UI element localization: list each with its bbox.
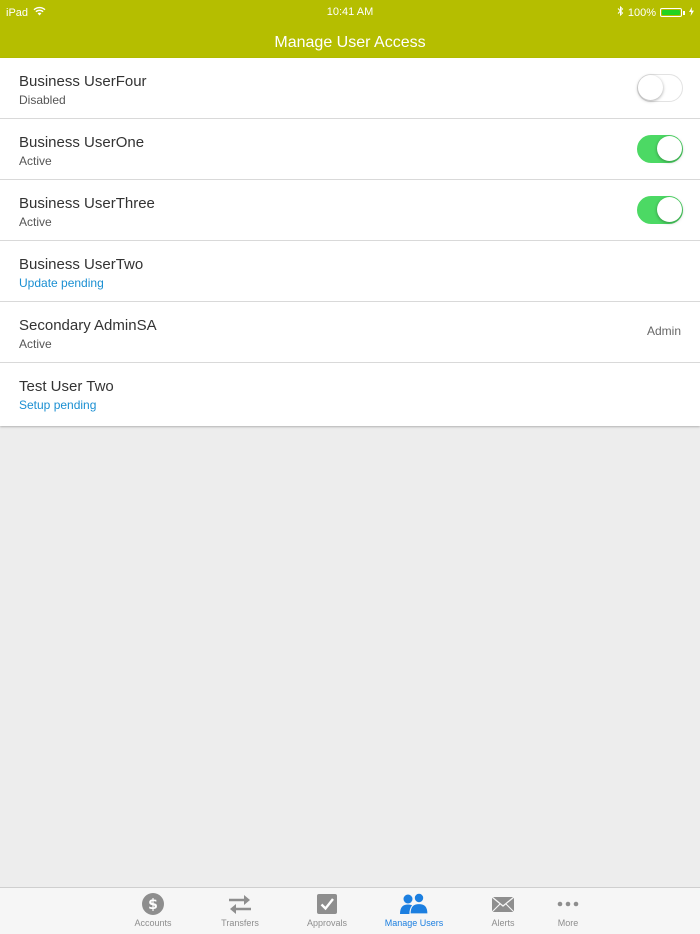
- clock: 10:41 AM: [326, 6, 374, 18]
- user-list: Business UserFour Disabled Business User…: [0, 58, 700, 426]
- dollar-icon: $: [142, 893, 164, 915]
- status-bar: iPad 10:41 AM 100%: [0, 0, 700, 24]
- access-toggle[interactable]: [637, 135, 683, 163]
- user-name: Business UserTwo: [19, 256, 144, 273]
- user-row[interactable]: Business UserThree Active: [0, 180, 700, 241]
- user-status: Active: [19, 337, 52, 351]
- user-name: Secondary AdminSA: [19, 317, 157, 334]
- more-dots-icon: [557, 901, 579, 907]
- user-name: Test User Two: [19, 378, 114, 395]
- bluetooth-icon: [617, 5, 624, 19]
- access-toggle[interactable]: [637, 196, 683, 224]
- envelope-icon: [491, 896, 515, 913]
- charging-icon: [689, 6, 694, 19]
- tab-manage-users[interactable]: Manage Users: [378, 890, 450, 932]
- checkbox-icon: [317, 894, 337, 914]
- header: iPad 10:41 AM 100% Manage User Access: [0, 0, 700, 58]
- user-status: Active: [19, 215, 52, 229]
- user-name: Business UserThree: [19, 195, 155, 212]
- battery-icon: [660, 8, 682, 17]
- user-row[interactable]: Business UserOne Active: [0, 119, 700, 180]
- user-row[interactable]: Test User Two Setup pending: [0, 363, 700, 426]
- user-status: Active: [19, 154, 52, 168]
- svg-text:$: $: [148, 897, 158, 913]
- user-row[interactable]: Secondary AdminSA Active Admin: [0, 302, 700, 363]
- user-row[interactable]: Business UserFour Disabled: [0, 58, 700, 119]
- transfer-arrows-icon: [229, 895, 251, 914]
- tab-more[interactable]: More: [532, 890, 604, 932]
- battery-percent: 100%: [627, 6, 656, 19]
- user-name: Business UserOne: [19, 134, 145, 151]
- user-row[interactable]: Business UserTwo Update pending: [0, 241, 700, 302]
- user-status: Disabled: [19, 93, 66, 107]
- user-status: Update pending: [19, 276, 104, 290]
- users-icon: [400, 892, 429, 915]
- tab-accounts[interactable]: $ Accounts: [117, 890, 189, 932]
- role-label: Admin: [646, 324, 681, 338]
- access-toggle[interactable]: [637, 74, 683, 102]
- tab-alerts[interactable]: Alerts: [467, 890, 539, 932]
- page-title: Manage User Access: [274, 34, 426, 51]
- tab-transfers[interactable]: Transfers: [204, 890, 276, 932]
- tab-bar: $ Accounts Transfers Approvals Manage Us…: [0, 887, 700, 934]
- tab-approvals[interactable]: Approvals: [291, 890, 363, 932]
- user-status: Setup pending: [19, 398, 97, 412]
- user-name: Business UserFour: [19, 73, 147, 90]
